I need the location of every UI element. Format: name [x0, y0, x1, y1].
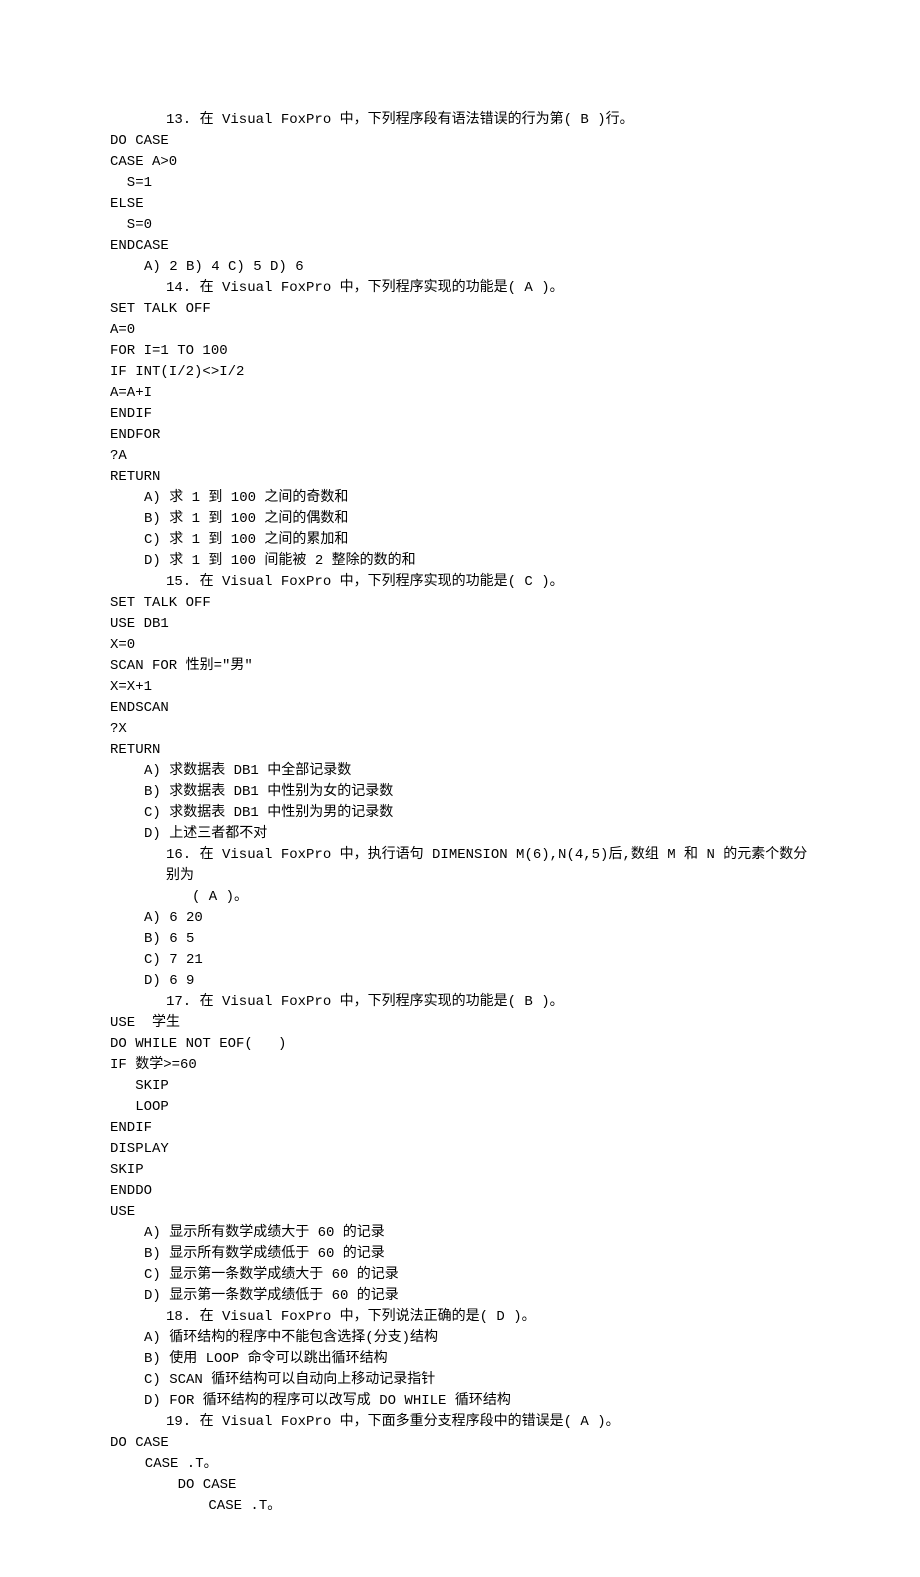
- q19-code-2: DO CASE: [110, 1475, 810, 1496]
- q17-code-5: ENDIF: [110, 1118, 810, 1139]
- q14-code-5: ENDIF: [110, 404, 810, 425]
- q15-code-0: SET TALK OFF: [110, 593, 810, 614]
- q14-code-1: A=0: [110, 320, 810, 341]
- q15-opt-b: B) 求数据表 DB1 中性别为女的记录数: [110, 782, 810, 803]
- q13-code-2: S=1: [110, 173, 810, 194]
- q18-opt-a: A) 循环结构的程序中不能包含选择(分支)结构: [110, 1328, 810, 1349]
- q17-opt-a: A) 显示所有数学成绩大于 60 的记录: [110, 1223, 810, 1244]
- q17-code-4: LOOP: [110, 1097, 810, 1118]
- q17-opt-b: B) 显示所有数学成绩低于 60 的记录: [110, 1244, 810, 1265]
- q19-stem: 19. 在 Visual FoxPro 中，下面多重分支程序段中的错误是( A …: [110, 1412, 810, 1433]
- q17-code-7: SKIP: [110, 1160, 810, 1181]
- q13-stem: 13. 在 Visual FoxPro 中，下列程序段有语法错误的行为第( B …: [110, 110, 810, 131]
- q14-code-6: ENDFOR: [110, 425, 810, 446]
- q15-stem: 15. 在 Visual FoxPro 中，下列程序实现的功能是( C )。: [110, 572, 810, 593]
- q17-code-9: USE: [110, 1202, 810, 1223]
- q16-opt-a: A) 6 20: [110, 908, 810, 929]
- q16-stem-2: ( A )。: [110, 887, 810, 908]
- q16-opt-d: D) 6 9: [110, 971, 810, 992]
- q16-stem: 16. 在 Visual FoxPro 中，执行语句 DIMENSION M(6…: [110, 845, 810, 887]
- q17-code-3: SKIP: [110, 1076, 810, 1097]
- q14-opt-b: B) 求 1 到 100 之间的偶数和: [110, 509, 810, 530]
- q13-code-3: ELSE: [110, 194, 810, 215]
- q15-code-2: X=0: [110, 635, 810, 656]
- q17-code-0: USE 学生: [110, 1013, 810, 1034]
- q15-opt-c: C) 求数据表 DB1 中性别为男的记录数: [110, 803, 810, 824]
- q18-stem: 18. 在 Visual FoxPro 中，下列说法正确的是( D )。: [110, 1307, 810, 1328]
- q14-stem: 14. 在 Visual FoxPro 中，下列程序实现的功能是( A )。: [110, 278, 810, 299]
- q18-opt-c: C) SCAN 循环结构可以自动向上移动记录指针: [110, 1370, 810, 1391]
- q17-opt-c: C) 显示第一条数学成绩大于 60 的记录: [110, 1265, 810, 1286]
- q17-opt-d: D) 显示第一条数学成绩低于 60 的记录: [110, 1286, 810, 1307]
- q15-code-4: X=X+1: [110, 677, 810, 698]
- q14-code-7: ?A: [110, 446, 810, 467]
- q15-code-6: ?X: [110, 719, 810, 740]
- q14-opt-c: C) 求 1 到 100 之间的累加和: [110, 530, 810, 551]
- q13-code-5: ENDCASE: [110, 236, 810, 257]
- q17-code-8: ENDDO: [110, 1181, 810, 1202]
- q17-code-6: DISPLAY: [110, 1139, 810, 1160]
- q14-code-8: RETURN: [110, 467, 810, 488]
- q14-code-4: A=A+I: [110, 383, 810, 404]
- q17-code-1: DO WHILE NOT EOF( ): [110, 1034, 810, 1055]
- q15-opt-a: A) 求数据表 DB1 中全部记录数: [110, 761, 810, 782]
- q16-opt-c: C) 7 21: [110, 950, 810, 971]
- q19-code-0: DO CASE: [110, 1433, 810, 1454]
- q15-code-5: ENDSCAN: [110, 698, 810, 719]
- q17-code-2: IF 数学>=60: [110, 1055, 810, 1076]
- q15-opt-d: D) 上述三者都不对: [110, 824, 810, 845]
- q13-code-1: CASE A>0: [110, 152, 810, 173]
- q14-code-2: FOR I=1 TO 100: [110, 341, 810, 362]
- q19-code-1: CASE .T。: [110, 1454, 810, 1475]
- document-page: 13. 在 Visual FoxPro 中，下列程序段有语法错误的行为第( B …: [0, 0, 920, 1577]
- q15-code-3: SCAN FOR 性别="男": [110, 656, 810, 677]
- q15-code-7: RETURN: [110, 740, 810, 761]
- q13-options: A) 2 B) 4 C) 5 D) 6: [110, 257, 810, 278]
- q14-code-0: SET TALK OFF: [110, 299, 810, 320]
- q18-opt-b: B) 使用 LOOP 命令可以跳出循环结构: [110, 1349, 810, 1370]
- q19-code-3: CASE .T。: [110, 1496, 810, 1517]
- q14-opt-a: A) 求 1 到 100 之间的奇数和: [110, 488, 810, 509]
- q14-code-3: IF INT(I/2)<>I/2: [110, 362, 810, 383]
- q17-stem: 17. 在 Visual FoxPro 中，下列程序实现的功能是( B )。: [110, 992, 810, 1013]
- q15-code-1: USE DB1: [110, 614, 810, 635]
- q18-opt-d: D) FOR 循环结构的程序可以改写成 DO WHILE 循环结构: [110, 1391, 810, 1412]
- q14-opt-d: D) 求 1 到 100 间能被 2 整除的数的和: [110, 551, 810, 572]
- q13-code-0: DO CASE: [110, 131, 810, 152]
- q16-opt-b: B) 6 5: [110, 929, 810, 950]
- q13-code-4: S=0: [110, 215, 810, 236]
